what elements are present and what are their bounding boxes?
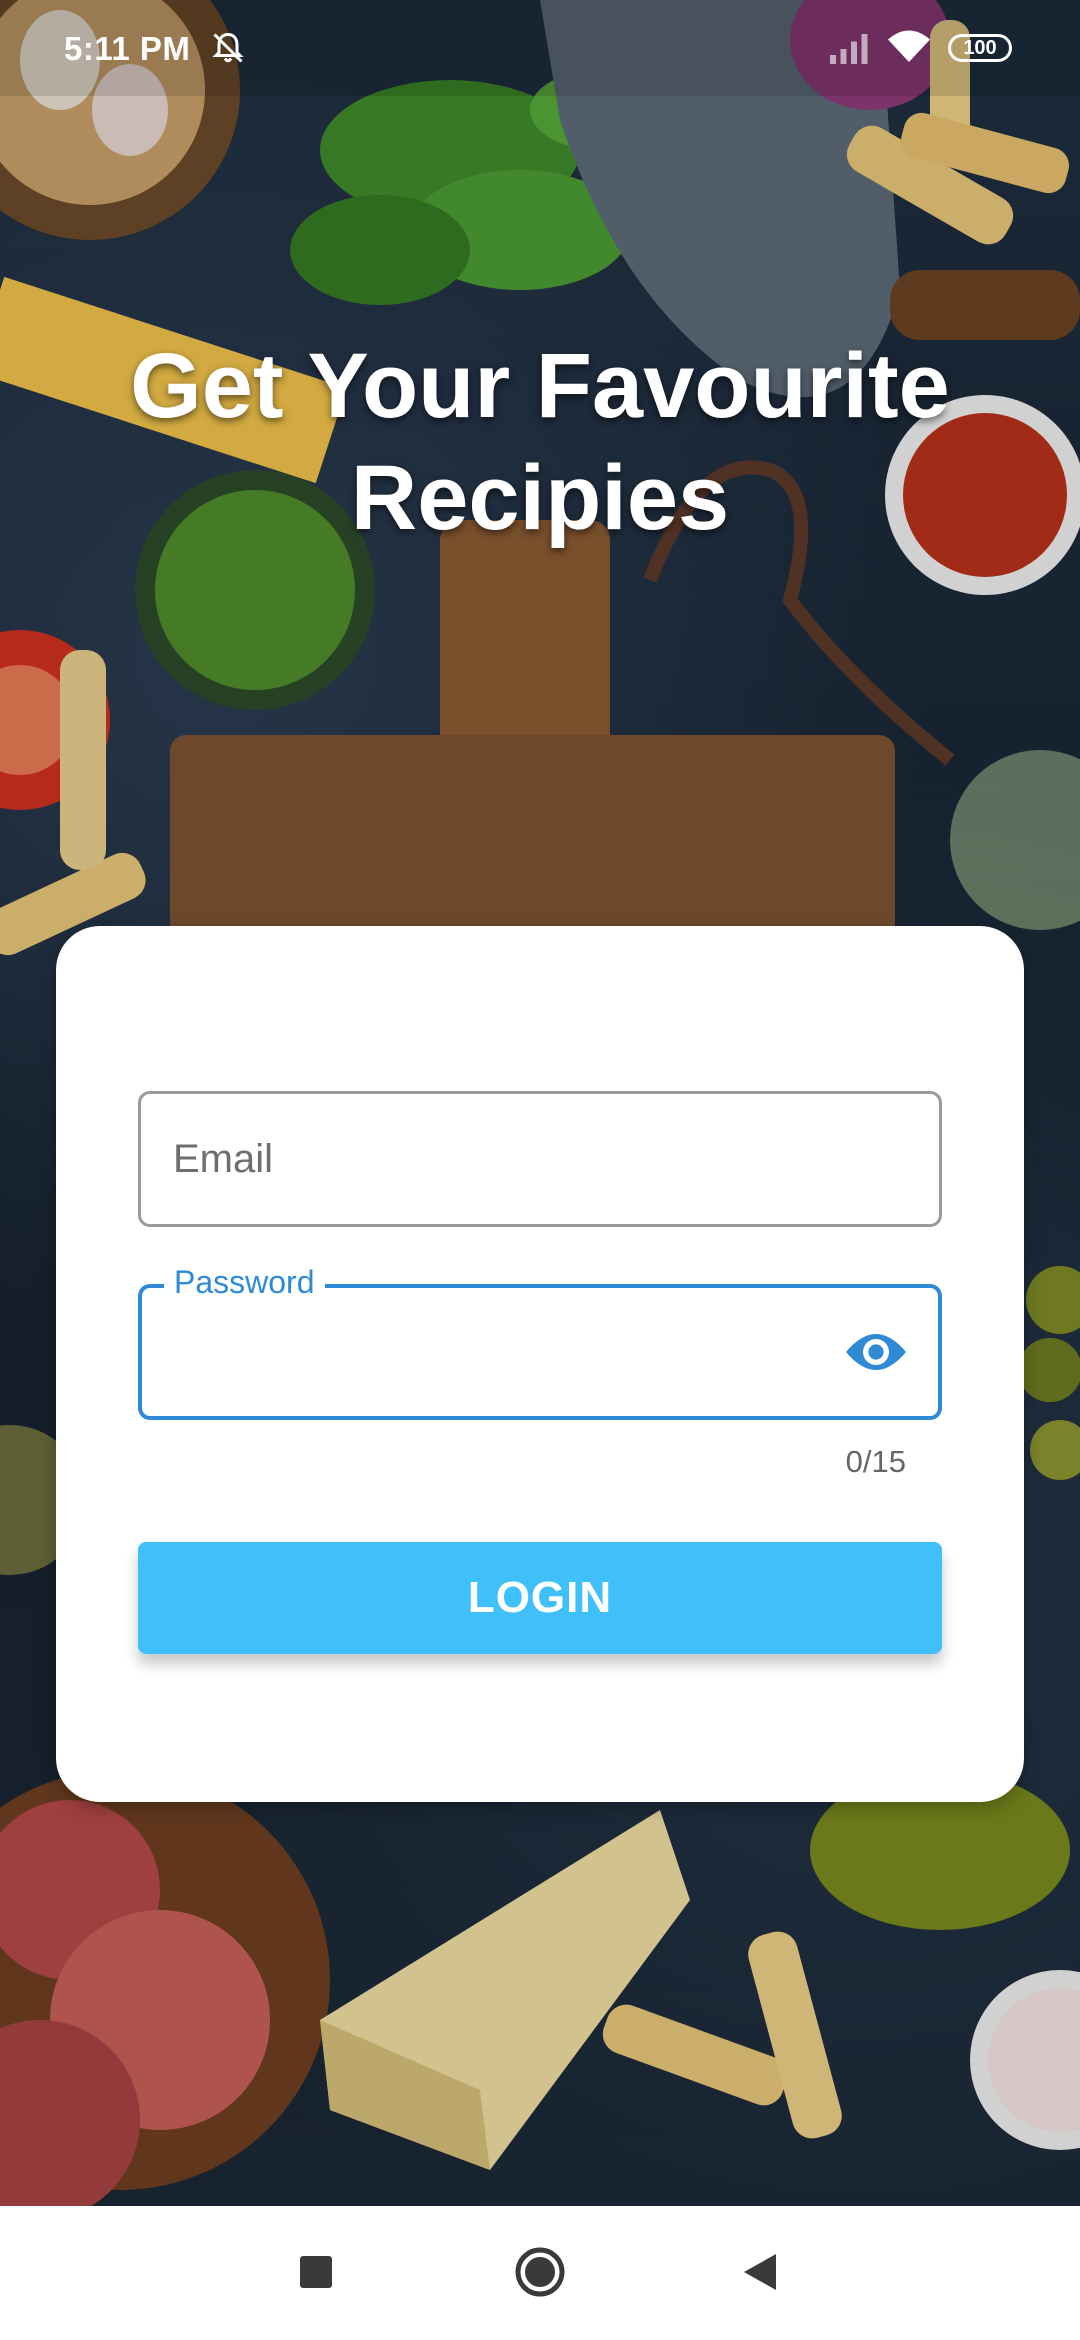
battery-level: 100	[963, 37, 997, 59]
wifi-icon	[888, 30, 930, 62]
battery-icon: 100	[948, 34, 1012, 62]
email-input[interactable]	[141, 1094, 939, 1224]
status-bar: 5:11 PM 100	[0, 0, 1080, 96]
email-field[interactable]	[138, 1091, 942, 1227]
password-field[interactable]: Password	[138, 1264, 942, 1420]
home-icon[interactable]	[514, 2246, 566, 2298]
navigation-bar	[0, 2206, 1080, 2340]
back-icon[interactable]	[742, 2252, 778, 2292]
recents-icon[interactable]	[300, 2256, 332, 2288]
status-time: 5:11 PM	[64, 30, 191, 67]
login-card: Password 0/15 LOGIN	[56, 926, 1024, 1802]
page-title: Get Your Favourite Recipies	[130, 335, 950, 549]
password-input[interactable]	[142, 1288, 822, 1416]
signal-icon	[830, 34, 868, 64]
password-char-counter: 0/15	[845, 1444, 906, 1479]
eye-icon[interactable]	[844, 1326, 908, 1378]
mute-icon	[212, 32, 244, 63]
login-button[interactable]: LOGIN	[138, 1542, 942, 1654]
